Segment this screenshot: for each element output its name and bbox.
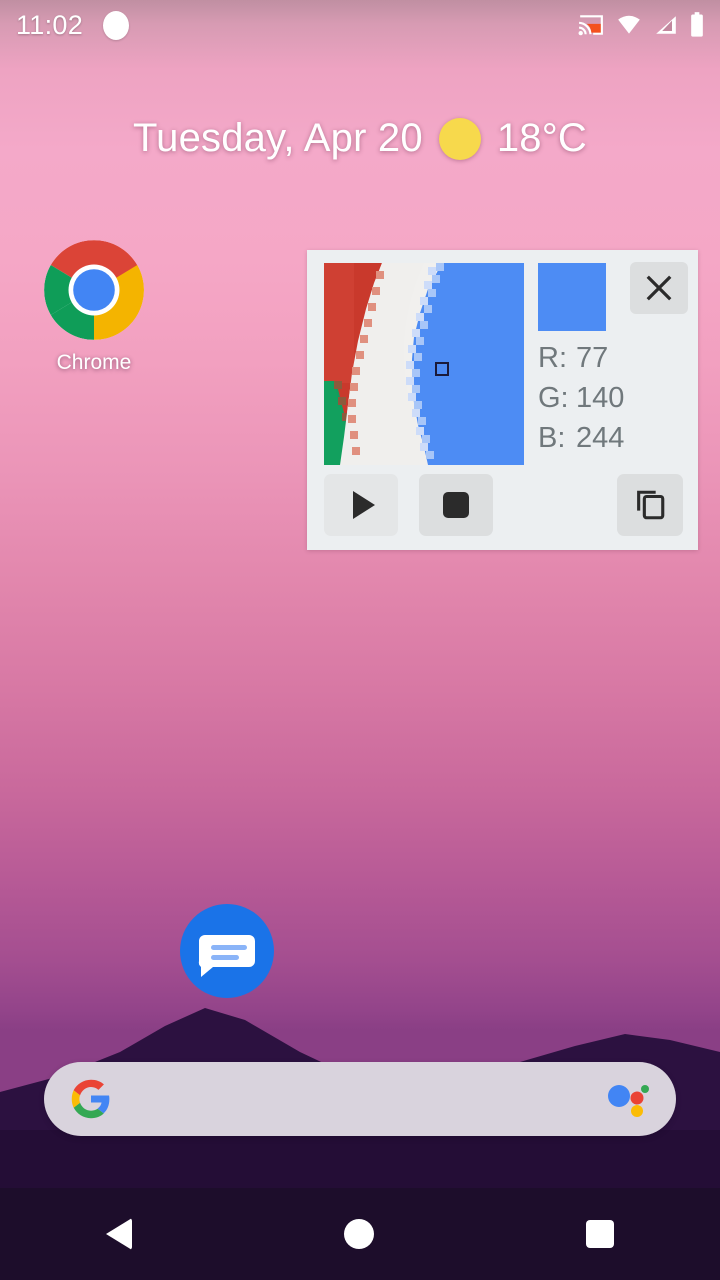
app-icon-messages[interactable] — [179, 903, 275, 999]
stop-button[interactable] — [419, 474, 493, 536]
rgb-value-g: 140 — [576, 382, 625, 414]
rgb-key-g: G: — [538, 382, 569, 414]
color-picker-controls — [307, 470, 698, 550]
recents-icon[interactable] — [586, 1220, 614, 1248]
rgb-value-r: 77 — [576, 342, 609, 374]
close-icon — [646, 275, 672, 301]
battery-icon — [691, 12, 703, 37]
play-button[interactable] — [324, 474, 398, 536]
color-picker-widget[interactable]: R: 77 G: 140 B: 244 — [307, 250, 698, 550]
home-screen: 11:02 Tuesday, Apr 20 18°C Chrome R: 77 … — [0, 0, 720, 1280]
magnifier-pixels — [324, 263, 524, 465]
rgb-row-g: G: 140 — [538, 382, 624, 422]
date-text: Tuesday, Apr 20 — [132, 116, 423, 160]
status-icons — [578, 12, 704, 38]
rgb-readout: R: 77 G: 140 B: 244 — [538, 342, 624, 462]
notification-dot-icon — [103, 10, 130, 40]
rgb-key-b: B: — [538, 422, 566, 454]
copy-icon — [637, 490, 665, 520]
app-icon-chrome[interactable]: Chrome — [24, 238, 164, 375]
signal-icon — [656, 16, 676, 34]
copy-button[interactable] — [617, 474, 683, 536]
google-g-icon — [71, 1079, 110, 1119]
chrome-icon — [44, 240, 144, 340]
google-search-bar[interactable] — [44, 1062, 676, 1136]
messages-icon — [180, 904, 274, 998]
magnified-pixel-preview[interactable] — [324, 263, 524, 465]
color-swatch — [538, 263, 606, 331]
date-weather-widget[interactable]: Tuesday, Apr 20 18°C — [0, 116, 720, 161]
rgb-row-r: R: 77 — [538, 342, 624, 382]
google-assistant-icon[interactable] — [606, 1080, 650, 1118]
temperature-text: 18°C — [496, 116, 588, 160]
status-time: 11:02 — [16, 9, 84, 40]
back-icon[interactable] — [106, 1218, 132, 1250]
play-icon — [352, 491, 375, 519]
wifi-icon — [618, 15, 640, 34]
status-bar: 11:02 — [0, 0, 720, 50]
home-icon[interactable] — [344, 1219, 374, 1249]
stop-icon — [443, 492, 469, 518]
color-picker-top: R: 77 G: 140 B: 244 — [307, 250, 698, 465]
pixel-cursor — [435, 362, 449, 376]
sun-icon — [438, 117, 481, 160]
rgb-key-r: R: — [538, 342, 567, 374]
rgb-row-b: B: 244 — [538, 422, 624, 462]
rgb-value-b: 244 — [576, 422, 625, 454]
navigation-bar — [0, 1188, 720, 1280]
close-button[interactable] — [630, 262, 688, 314]
app-label-chrome: Chrome — [56, 351, 132, 374]
cast-icon — [578, 15, 603, 36]
